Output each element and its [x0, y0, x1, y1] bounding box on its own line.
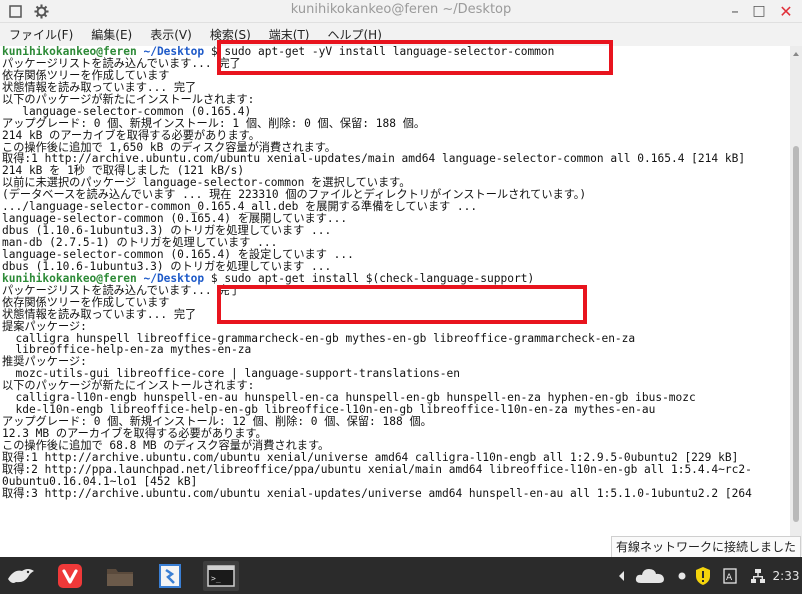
terminal-output-line: 以下のパッケージが新たにインストールされます:: [2, 92, 255, 106]
tray-expand-icon[interactable]: [614, 566, 628, 586]
terminal-output-line: 取得:3 http://archive.ubuntu.com/ubuntu xe…: [2, 486, 752, 500]
highlight-box-command-2: [217, 285, 587, 324]
terminal-output-line: アップグレード: 0 個、新規インストール: 1 個、削除: 0 個、保留: 1…: [2, 116, 426, 130]
prompt-path: ~/Desktop: [143, 271, 205, 285]
software-center-icon[interactable]: [155, 561, 185, 591]
terminal-icon[interactable]: >_: [203, 561, 239, 591]
network-notification[interactable]: 有線ネットワークに接続しました: [611, 536, 801, 558]
svg-text:>_: >_: [211, 574, 221, 583]
status-dot-icon[interactable]: [676, 566, 688, 586]
terminal-output-line: libreoffice-help-en-za mythes-en-za: [2, 343, 252, 357]
vivaldi-icon[interactable]: [55, 561, 85, 591]
terminal-scrollbar[interactable]: [790, 46, 802, 556]
terminal-output-line: 0ubuntu0.16.04.1~lo1 [452 kB]: [2, 474, 198, 488]
prompt-user: kunihikokankeo@feren: [2, 271, 137, 285]
terminal-command: sudo apt-get install $(check-language-su…: [224, 271, 535, 285]
close-button[interactable]: ✕: [774, 0, 798, 22]
maximize-button[interactable]: □: [748, 0, 770, 22]
minimize-button[interactable]: –: [724, 0, 746, 22]
menu-edit[interactable]: 編集(E): [82, 26, 141, 43]
feren-logo-icon[interactable]: [4, 561, 38, 591]
shield-warning-icon[interactable]: [694, 566, 712, 586]
terminal-prompt-line: kunihikokankeo@feren ~/Desktop $ sudo ap…: [0, 271, 790, 285]
prompt-symbol: $: [210, 271, 218, 285]
terminal-output-line: 状態情報を読み取っています... 完了: [2, 80, 197, 94]
tray-clock[interactable]: 2:33: [773, 566, 800, 586]
menu-view[interactable]: 表示(V): [141, 26, 201, 43]
terminal-output-line: 取得:2 http://ppa.launchpad.net/libreoffic…: [2, 462, 752, 476]
svg-text:A: A: [726, 573, 733, 583]
menu-file[interactable]: ファイル(F): [0, 26, 82, 43]
keyboard-input-icon[interactable]: A: [722, 566, 738, 586]
scrollbar-thumb[interactable]: [793, 146, 799, 522]
window-title: kunihikokankeo@feren ~/Desktop: [290, 2, 512, 17]
scroll-up-icon[interactable]: [793, 52, 799, 56]
highlight-box-command-1: [217, 40, 613, 75]
taskbar: >_ A 2:33: [0, 557, 802, 594]
terminal-output-line: 214 kB のアーカイブを取得する必要があります。: [2, 128, 260, 142]
terminal-output-line: language-selector-common (0.165.4): [2, 104, 252, 118]
cloud-icon[interactable]: [634, 566, 666, 586]
file-manager-icon[interactable]: [105, 561, 135, 591]
network-icon[interactable]: [748, 566, 768, 586]
title-bar: kunihikokankeo@feren ~/Desktop – □ ✕: [0, 0, 802, 23]
